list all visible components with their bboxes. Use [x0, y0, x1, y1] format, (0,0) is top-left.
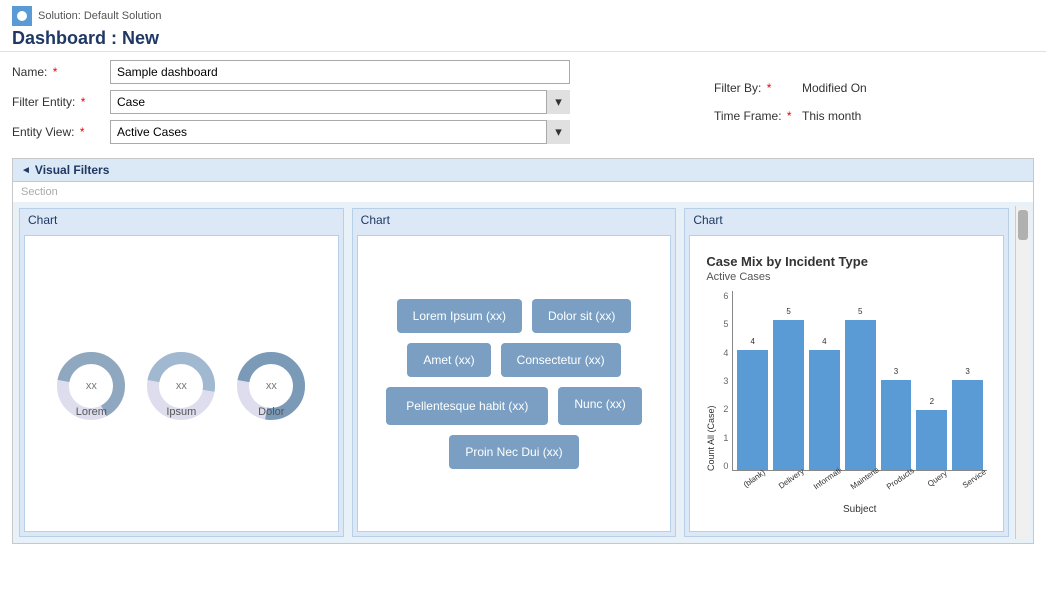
bubble-row-2: Amet (xx) Consectetur (xx) — [407, 343, 620, 377]
visual-filters-title: Visual Filters — [35, 163, 109, 177]
x-labels-row: (blank) Delivery Information Maintenance… — [732, 475, 987, 484]
bubble-row-1: Lorem Ipsum (xx) Dolor sit (xx) — [397, 299, 632, 333]
chart3-title: Chart — [685, 209, 1008, 231]
time-frame-value: This month — [802, 109, 922, 123]
x-axis-title: Subject — [732, 504, 987, 515]
bar-chart-container: Case Mix by Incident Type Active Cases C… — [698, 244, 995, 523]
filter-by-label: Filter By: * — [714, 81, 794, 95]
donut-2: xx Ipsum — [145, 350, 217, 418]
chart-panel-2: Chart Lorem Ipsum (xx) Dolor sit (xx) Am… — [352, 208, 677, 537]
bar-chart-body: Count All (Case) 0 1 2 3 4 5 6 — [706, 291, 987, 515]
bar-item-delivery: 5 — [773, 291, 804, 470]
entity-view-select[interactable]: Active Cases — [110, 120, 570, 144]
bar-rect-query: 2 — [916, 410, 947, 470]
scrollbar-thumb[interactable] — [1018, 210, 1028, 240]
bubble-dolor-sit[interactable]: Dolor sit (xx) — [532, 299, 631, 333]
bubble-row-3: Pellentesque habit (xx) Nunc (xx) — [386, 387, 641, 425]
chart2-inner: Lorem Ipsum (xx) Dolor sit (xx) Amet (xx… — [357, 235, 672, 532]
donuts-container: xx Lorem xx Ipsum — [55, 350, 307, 418]
chart-panel-3: Chart Case Mix by Incident Type Active C… — [684, 208, 1009, 537]
filter-entity-select[interactable]: Case — [110, 90, 570, 114]
bar-rect-blank: 4 — [737, 350, 768, 470]
donut-1-center: xx — [86, 380, 97, 392]
bar-chart-title: Case Mix by Incident Type — [706, 254, 987, 269]
bar-item-information: 4 — [809, 291, 840, 470]
bar-rect-delivery: 5 — [773, 320, 804, 470]
time-frame-row: Time Frame: * This month — [714, 109, 1034, 123]
donut-2-label: Ipsum — [166, 406, 196, 418]
filter-entity-row: Filter Entity: * Case ▾ — [12, 90, 694, 114]
entity-view-label: Entity View: * — [12, 125, 102, 139]
chart-panel-1: Chart xx Lorem — [19, 208, 344, 537]
bar-item-query: 2 — [916, 291, 947, 470]
filter-entity-label: Filter Entity: * — [12, 95, 102, 109]
charts-row: Chart xx Lorem — [13, 202, 1033, 543]
filter-by-row: Filter By: * Modified On — [714, 81, 1034, 95]
time-frame-label: Time Frame: * — [714, 109, 794, 123]
bubble-nunc[interactable]: Nunc (xx) — [558, 387, 641, 425]
bar-rect-information: 4 — [809, 350, 840, 470]
section-label: Section — [13, 182, 1033, 202]
bars-area: 4 5 — [732, 291, 987, 515]
bubble-row-4: Proin Nec Dui (xx) — [449, 435, 578, 469]
visual-filters-header: ◄ Visual Filters — [13, 159, 1033, 182]
donut-1-label: Lorem — [76, 406, 107, 418]
bar-rect-maintenance: 5 — [845, 320, 876, 470]
bar-rect-service: 3 — [952, 380, 983, 470]
bar-rect-products: 3 — [881, 380, 912, 470]
vf-chevron-icon: ◄ — [21, 165, 31, 176]
bubble-pellentesque[interactable]: Pellentesque habit (xx) — [386, 387, 548, 425]
solution-text: Solution: Default Solution — [38, 10, 162, 22]
bar-item-service: 3 — [952, 291, 983, 470]
chart3-inner: Case Mix by Incident Type Active Cases C… — [689, 235, 1004, 532]
scrollbar[interactable] — [1015, 206, 1029, 539]
bubble-proin[interactable]: Proin Nec Dui (xx) — [449, 435, 578, 469]
filter-entity-select-wrap: Case ▾ — [110, 90, 570, 114]
donut-3-center: xx — [266, 380, 277, 392]
name-row: Name: * — [12, 60, 694, 84]
donut-1: xx Lorem — [55, 350, 127, 418]
bars-row: 4 5 — [732, 291, 987, 471]
name-label: Name: * — [12, 65, 102, 79]
donut-2-center: xx — [176, 380, 187, 392]
y-axis-ticks: 0 1 2 3 4 5 6 — [718, 291, 732, 471]
page-title: Dashboard : New — [12, 28, 1034, 49]
entity-view-select-wrap: Active Cases ▾ — [110, 120, 570, 144]
chart1-inner: xx Lorem xx Ipsum — [24, 235, 339, 532]
donut-3: xx Dolor — [235, 350, 307, 418]
entity-view-row: Entity View: * Active Cases ▾ — [12, 120, 694, 144]
bubble-amet[interactable]: Amet (xx) — [407, 343, 490, 377]
bar-item-products: 3 — [881, 291, 912, 470]
solution-icon — [12, 6, 32, 26]
filter-by-value: Modified On — [802, 81, 922, 95]
solution-label: Solution: Default Solution — [12, 6, 1034, 26]
y-axis-title: Count All (Case) — [706, 291, 716, 471]
bar-chart-subtitle: Active Cases — [706, 271, 987, 283]
bubble-lorem-ipsum[interactable]: Lorem Ipsum (xx) — [397, 299, 522, 333]
bubble-consectetur[interactable]: Consectetur (xx) — [501, 343, 621, 377]
chart1-title: Chart — [20, 209, 343, 231]
form-area: Name: * Filter Entity: * Case ▾ — [0, 52, 1046, 158]
top-bar: Solution: Default Solution Dashboard : N… — [0, 0, 1046, 52]
bar-item-blank: 4 — [737, 291, 768, 470]
bar-item-maintenance: 5 — [845, 291, 876, 470]
chart2-title: Chart — [353, 209, 676, 231]
name-input[interactable] — [110, 60, 570, 84]
donut-3-label: Dolor — [258, 406, 284, 418]
visual-filters-section: ◄ Visual Filters Section Chart xx Lorem — [12, 158, 1034, 544]
